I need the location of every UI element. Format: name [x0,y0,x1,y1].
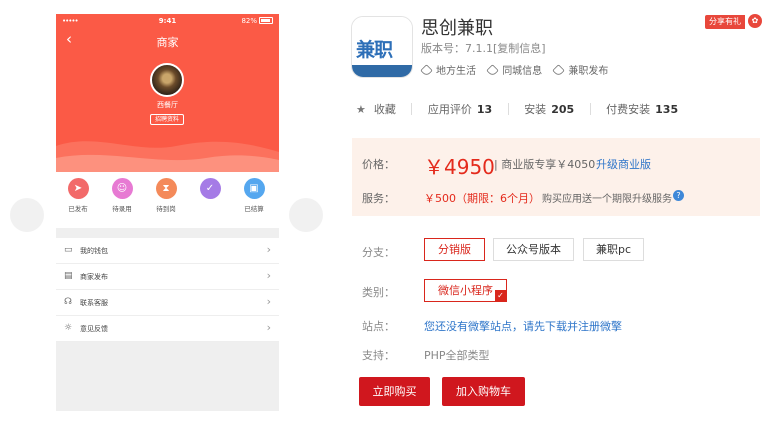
tag-city-info[interactable]: 同城信息 [486,62,543,77]
branch-option-pc[interactable]: 兼职pc [583,238,644,261]
tag-icon [420,64,433,77]
headset-icon: ☊ [64,297,72,307]
quick-action-pending-arrival: ⧗ 待到岗 [146,178,186,213]
menu-item-label: 我的钱包 [80,247,108,255]
quick-actions-row: ➤ 已发布 ☺ 待录用 ⧗ 待到岗 ✓ ▣ 已结算 [56,172,279,228]
publish-icon: ▤ [64,271,73,281]
branch-option-official-account[interactable]: 公众号版本 [493,238,574,261]
buy-now-button[interactable]: 立即购买 [359,377,430,406]
app-icon-text: 兼职 [356,39,393,61]
star-icon[interactable]: ★ [356,103,366,116]
app-name: 思创兼职 [421,18,493,39]
support-value: PHP全部类型 [424,349,490,362]
version-info[interactable]: 版本号：7.1.1[复制信息] [421,40,546,56]
service-price: ￥500（期限：6个月） [424,192,540,205]
branch-option-distribution[interactable]: 分销版 [424,238,485,261]
quick-action-label: 已发布 [68,205,88,213]
quick-action-label [190,203,230,211]
divider [411,103,413,115]
tag-icon [552,64,566,77]
wallet-icon: ▭ [64,245,73,255]
divider [589,103,591,115]
site-label: 站点： [362,320,395,333]
upgrade-business-link[interactable]: 升级商业版 [596,156,651,172]
battery-icon [259,17,273,24]
chevron-right-icon: › [266,269,271,282]
stats-row: ★ 收藏 应用评价 13 安装 205 付费安装 135 [356,101,678,117]
price-panel: 价格： ￥4950 | 商业版专享￥4050 升级商业版 服务： ￥500（期限… [352,138,760,216]
wallet-icon: ▣ [243,178,265,199]
chevron-right-icon: › [266,321,271,334]
support-label: 支持： [362,349,395,362]
menu-item-label: 意见反馈 [80,325,108,333]
battery-percent: 82% [241,17,257,25]
service-note: 购买应用送一个期限升级服务 [542,194,672,205]
installs-count: 205 [551,103,575,116]
check-circle-icon: ✓ [199,178,221,199]
avatar [150,63,184,97]
business-price: | 商业版专享￥4050 [494,158,596,171]
send-icon: ➤ [67,178,89,199]
carousel-next-button[interactable] [289,198,323,232]
phone-menu-list: ▭ 我的钱包 › ▤ 商家发布 › ☊ 联系客服 › ☼ 意见反馈 › [56,238,279,342]
favorite-button[interactable]: 收藏 [374,103,396,116]
menu-item-label: 联系客服 [80,299,108,307]
paid-installs-count: 135 [655,103,679,116]
quick-action-label: 待到岗 [156,205,176,213]
price-value: ￥4950 [424,155,495,179]
menu-item-publish: ▤ 商家发布 › [56,264,279,290]
installs-label: 安装 [524,103,547,116]
category-option-mini-program[interactable]: 微信小程序 [424,279,507,302]
shop-name: 西餐厅 [157,101,178,109]
divider [507,103,509,115]
tag-label: 同城信息 [502,66,543,77]
quick-action-pending-hire: ☺ 待录用 [102,178,142,213]
quick-action-label: 待录用 [112,205,132,213]
carousel-prev-button[interactable] [10,198,44,232]
app-preview-screenshot: ••••• 9:41 82% ‹ 商家 西餐厅 招聘资料 ➤ 已发布 ☺ 待录用… [56,14,279,411]
menu-item-wallet: ▭ 我的钱包 › [56,238,279,264]
rating-label: 应用评价 [427,103,472,116]
paid-installs-label: 付费安装 [606,103,651,116]
recruit-info-button: 招聘资料 [150,114,184,125]
hourglass-icon: ⧗ [155,178,177,199]
bulb-icon: ☼ [64,323,73,333]
help-icon[interactable]: ? [673,190,684,201]
tag-label: 地方生活 [436,66,476,77]
profile-header: ••••• 9:41 82% ‹ 商家 西餐厅 招聘资料 [56,14,279,172]
register-site-link[interactable]: 您还没有微擎站点，请先下载并注册微擎 [424,318,622,334]
share-reward-button[interactable]: 分享有礼 [705,15,745,29]
price-label: 价格： [362,158,395,171]
phone-page-title: 商家 [156,36,179,49]
menu-item-support: ☊ 联系客服 › [56,290,279,316]
tag-label: 兼职发布 [568,66,609,77]
service-label: 服务： [362,192,395,205]
gift-icon[interactable]: ✿ [748,14,762,28]
quick-action-completed: ✓ [190,178,230,211]
header-wave-decoration [56,141,279,172]
tag-local-life[interactable]: 地方生活 [420,62,476,77]
app-tags: 地方生活 同城信息 兼职发布 [420,62,616,78]
app-icon: 兼职 [351,16,413,78]
tag-icon [486,64,499,77]
branch-label: 分支： [362,246,395,259]
chevron-right-icon: › [266,243,271,256]
menu-item-feedback: ☼ 意见反馈 › [56,316,279,342]
tag-part-time[interactable]: 兼职发布 [552,62,609,77]
chevron-right-icon: › [266,295,271,308]
quick-action-published: ➤ 已发布 [58,178,98,213]
quick-action-label: 已结算 [244,205,264,213]
add-to-cart-button[interactable]: 加入购物车 [442,377,525,406]
quick-action-settled: ▣ 已结算 [234,178,274,213]
phone-status-bar: ••••• 9:41 82% [56,14,279,28]
menu-item-label: 商家发布 [80,273,108,281]
rating-count: 13 [476,103,493,116]
category-label: 类别： [362,286,395,299]
person-icon: ☺ [111,178,133,199]
